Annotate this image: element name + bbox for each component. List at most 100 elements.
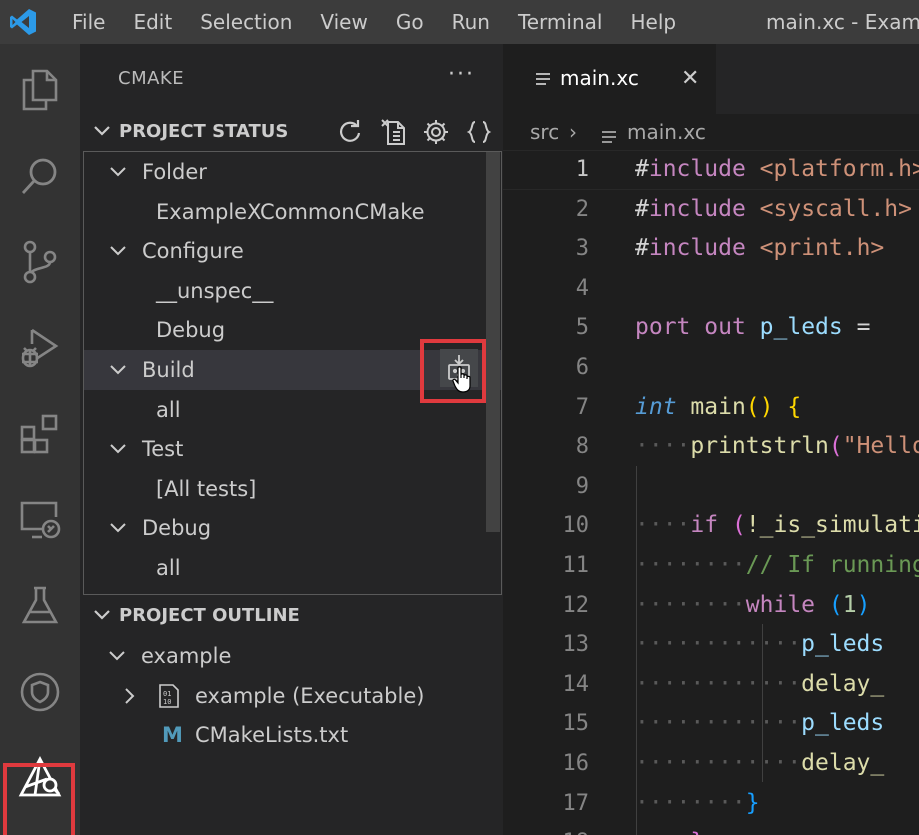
code-token: p_leds [759, 314, 843, 341]
cmake-sidebar: CMAKE ··· PROJECT STATUS Folder ExampleX… [80, 44, 503, 835]
source-control-icon[interactable] [0, 222, 80, 302]
more-actions-icon[interactable]: ··· [448, 62, 475, 87]
code-line[interactable]: ············delay_ [635, 665, 884, 705]
code-line[interactable]: ········// If running [635, 546, 919, 586]
braces-icon[interactable] [463, 116, 495, 148]
title-bar: File Edit Selection View Go Run Terminal… [0, 0, 919, 44]
code-token: ········ [635, 591, 746, 618]
search-icon[interactable] [0, 136, 80, 216]
line-number: 3 [575, 236, 589, 262]
code-line[interactable]: ····} [635, 823, 704, 835]
tree-leaf-debug-target[interactable]: all [84, 548, 501, 588]
code-token: ············ [635, 631, 802, 658]
code-token: { [787, 393, 802, 420]
close-icon[interactable]: ✕ [681, 66, 699, 91]
outline-target-executable[interactable]: 01 10 example (Executable) [80, 676, 503, 716]
extensions-icon[interactable] [0, 394, 80, 474]
tree-leaf-folder-name[interactable]: ExampleXCommonCMake [84, 192, 501, 232]
line-number: 9 [575, 473, 589, 499]
code-token: ···· [635, 433, 691, 460]
code-token: ········ [635, 789, 746, 816]
code-token: ( [828, 591, 843, 618]
tree-leaf-tests[interactable]: [All tests] [84, 469, 501, 509]
delete-cache-icon[interactable] [377, 116, 409, 148]
project-status-header[interactable]: PROJECT STATUS [80, 112, 503, 150]
code-line[interactable]: #include <syscall.h> [635, 190, 912, 230]
code-token: <print.h> [759, 235, 885, 262]
outline-label: example [141, 644, 232, 668]
code-line[interactable]: ····if (!_is_simulation [635, 506, 919, 546]
menu-run[interactable]: Run [438, 0, 504, 44]
line-number: 13 [562, 632, 590, 658]
tree-leaf-kit[interactable]: __unspec__ [84, 271, 501, 311]
code-token: ···· [635, 829, 690, 835]
tree-group-folder[interactable]: Folder [84, 152, 501, 192]
code-line[interactable]: ············delay_ [635, 744, 884, 784]
tab-main-xc[interactable]: main.xc ✕ [503, 44, 716, 114]
code-token: ) [856, 591, 871, 618]
chevron-down-icon [108, 518, 128, 543]
code-token: printstrln [690, 433, 829, 460]
line-number: 1 [575, 157, 589, 182]
remote-explorer-icon[interactable] [0, 480, 80, 560]
code-line[interactable]: int main() { [635, 388, 801, 428]
line-number: 17 [562, 790, 590, 816]
code-token: int [635, 393, 677, 420]
tree-scrollbar[interactable] [486, 152, 500, 532]
menu-edit[interactable]: Edit [119, 0, 186, 44]
menu-terminal[interactable]: Terminal [504, 0, 617, 44]
code-token: port [635, 314, 691, 341]
shield-icon[interactable] [0, 652, 80, 732]
breadcrumb: src › main.xc [503, 114, 919, 150]
code-line[interactable]: ············p_leds [635, 625, 884, 665]
outline-file-cmakelists[interactable]: M CMakeLists.txt [80, 715, 503, 755]
line-number: 15 [562, 711, 590, 737]
code-token: ···· [635, 512, 691, 539]
code-token: include [648, 156, 746, 182]
menu-go[interactable]: Go [382, 0, 438, 44]
tree-group-debug[interactable]: Debug [84, 508, 501, 548]
menu-selection[interactable]: Selection [186, 0, 306, 44]
code-line[interactable]: ····printstrln("Hello [635, 427, 919, 467]
code-token: p_leds [801, 710, 885, 737]
chevron-down-icon [108, 162, 128, 187]
explorer-icon[interactable] [0, 50, 80, 130]
run-debug-icon[interactable] [0, 308, 80, 388]
code-token: out [704, 314, 746, 341]
file-lines-icon [601, 126, 617, 150]
code-line[interactable]: #include <print.h> [635, 229, 884, 269]
code-line[interactable]: #include <platform.h> [635, 150, 919, 190]
code-token: ············ [635, 750, 802, 776]
project-outline-header[interactable]: PROJECT OUTLINE [80, 596, 503, 634]
menu-view[interactable]: View [306, 0, 381, 44]
gear-icon[interactable] [420, 116, 452, 148]
code-token: // If running [745, 552, 919, 578]
tree-label: Debug [142, 516, 212, 540]
outline-project-example[interactable]: example [80, 636, 503, 676]
code-line[interactable]: port out p_leds = [635, 308, 884, 348]
line-number: 2 [575, 196, 589, 222]
line-number: 6 [575, 355, 589, 380]
tree-group-test[interactable]: Test [84, 429, 501, 469]
breadcrumb-folder[interactable]: src [530, 120, 559, 144]
testing-icon[interactable] [0, 566, 80, 646]
code-line[interactable]: ············p_leds [635, 704, 884, 744]
menu-file[interactable]: File [46, 0, 119, 44]
refresh-icon[interactable] [334, 116, 366, 148]
code-line[interactable]: ········while (1) [635, 586, 870, 626]
menu-help[interactable]: Help [616, 0, 690, 44]
cmake-file-icon: M [162, 723, 183, 747]
code-token: ( [828, 433, 843, 460]
code-token: p_leds [801, 631, 885, 658]
line-number: 18 [503, 823, 590, 835]
hand-cursor-icon [452, 366, 474, 398]
code-line[interactable]: ········} [635, 784, 760, 824]
tree-group-configure[interactable]: Configure [84, 231, 501, 271]
vscode-logo-icon [0, 0, 46, 44]
breadcrumb-file[interactable]: main.xc [627, 120, 706, 144]
code-content[interactable]: #include <platform.h> #include <syscall.h… [635, 150, 919, 835]
chevron-down-icon [108, 439, 128, 464]
